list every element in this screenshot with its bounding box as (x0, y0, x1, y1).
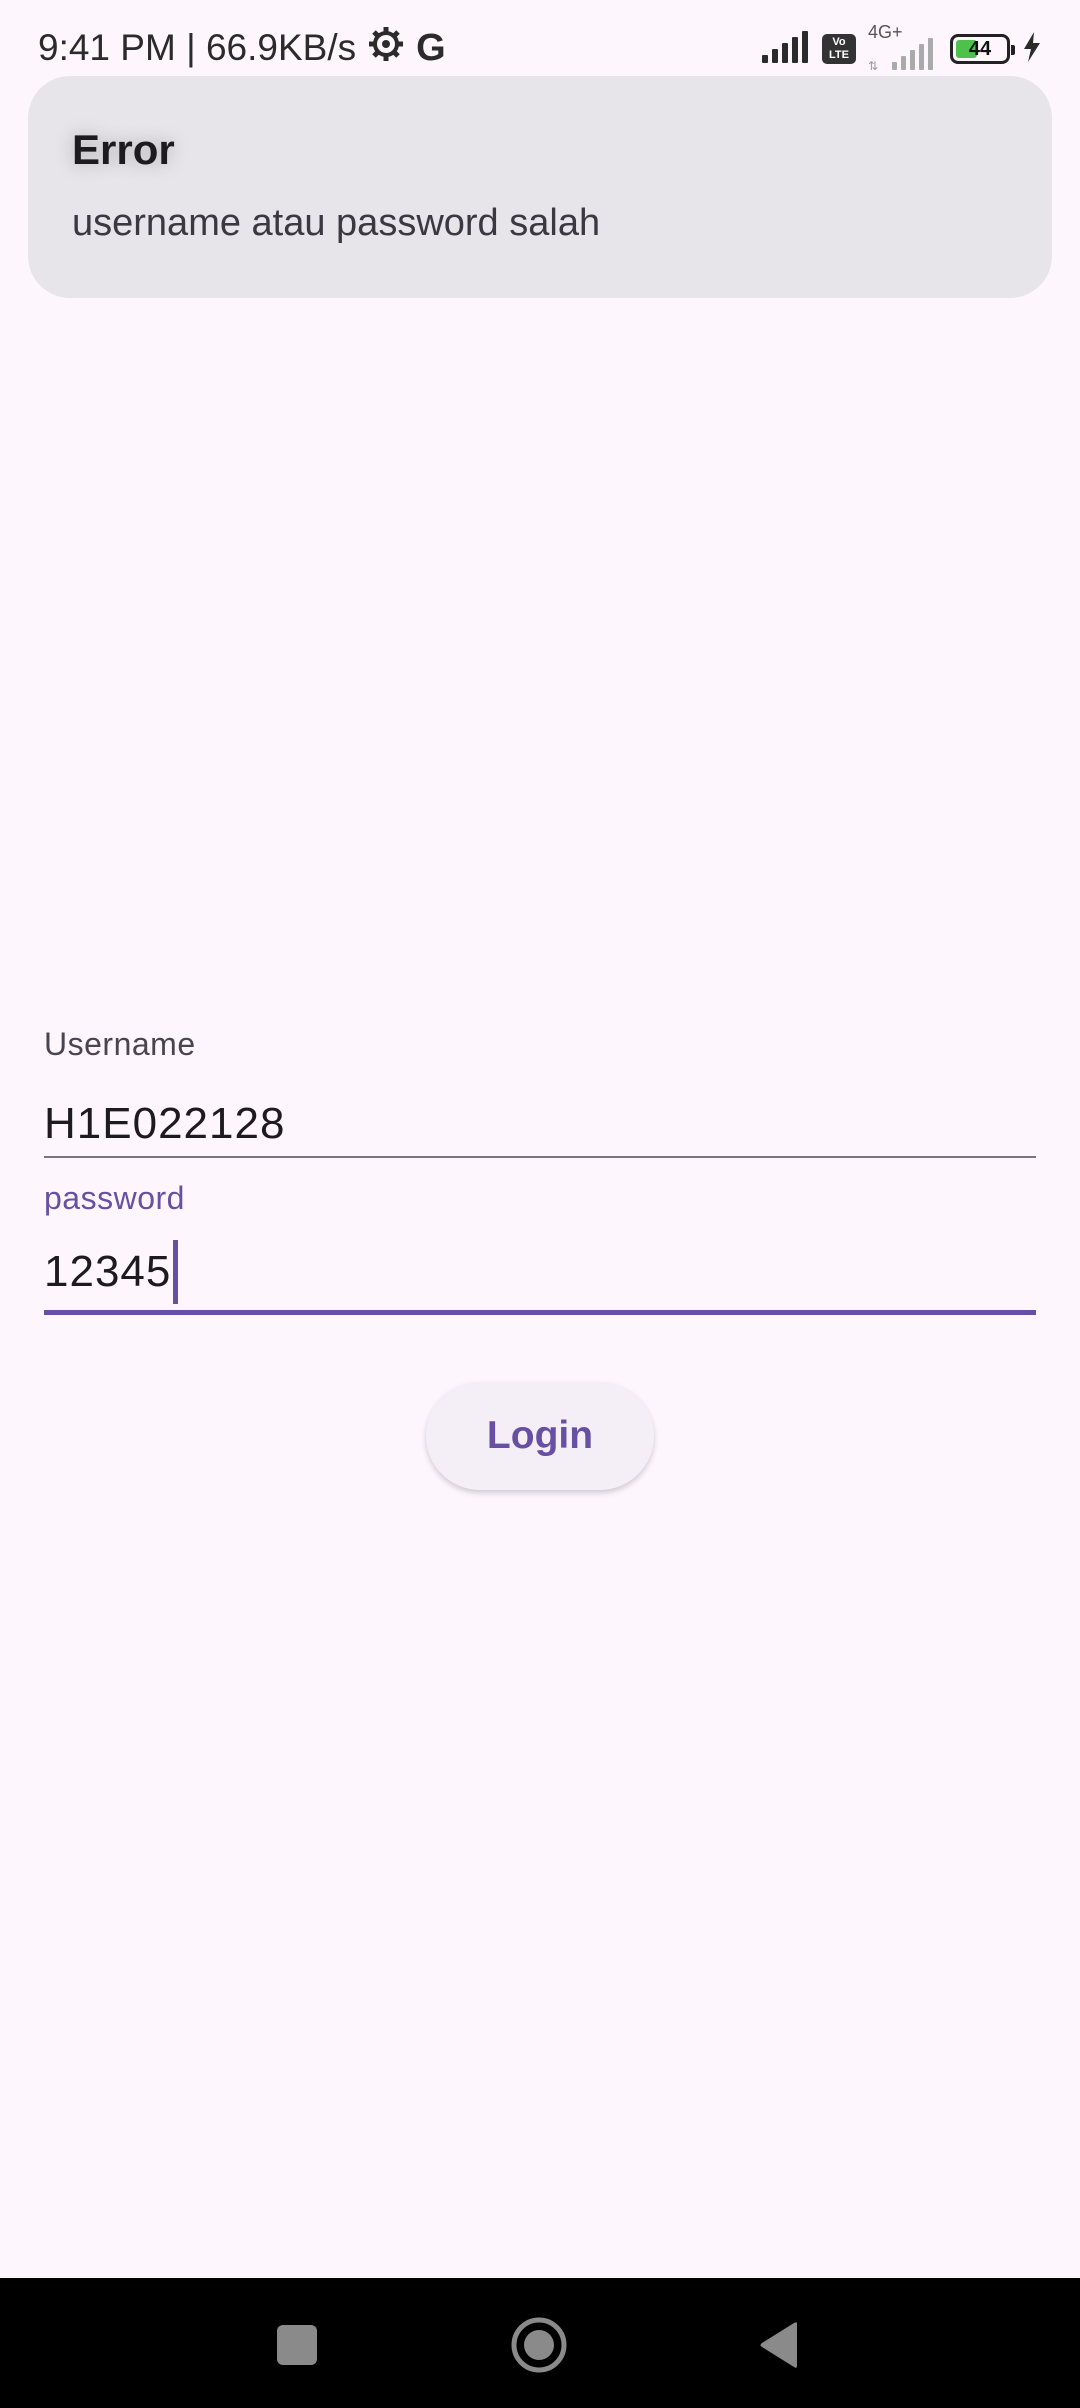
svg-text:⇅: ⇅ (868, 59, 878, 72)
username-field[interactable]: Username H1E022128 (44, 1020, 1036, 1160)
password-field[interactable]: password 12345 (44, 1176, 1036, 1316)
volte-line1: Vo (832, 36, 846, 48)
navigation-bar (0, 2278, 1080, 2408)
text-cursor (173, 1240, 179, 1304)
password-value: 12345 (44, 1247, 172, 1296)
signal-weak-icon: 4G+ ⇅ (868, 22, 938, 72)
battery-nub (1011, 45, 1015, 55)
status-left: 9:41 PM | 66.9KB/s G (38, 24, 446, 72)
gear-icon (368, 26, 404, 71)
battery-icon: 44 (950, 34, 1015, 64)
back-triangle-icon[interactable] (731, 2300, 827, 2390)
volte-line2: LTE (829, 49, 849, 61)
signal-icon (762, 30, 810, 68)
status-right: Vo LTE 4G+ ⇅ 44 (762, 22, 1042, 72)
username-label: Username (44, 1026, 196, 1062)
password-underline (44, 1310, 1036, 1315)
status-time-speed: 9:41 PM | 66.9KB/s (38, 27, 357, 68)
volte-icon: Vo LTE (822, 34, 856, 64)
error-title: Error (72, 126, 175, 173)
home-circle-icon[interactable] (491, 2300, 587, 2390)
error-message: username atau password salah (72, 202, 601, 244)
password-input: 12345 (44, 1224, 179, 1320)
recents-square-icon[interactable] (249, 2300, 345, 2390)
password-label: password (44, 1180, 185, 1216)
charging-icon (1022, 31, 1042, 67)
google-icon: G (416, 26, 446, 69)
login-button[interactable]: Login (426, 1382, 654, 1490)
username-underline (44, 1156, 1036, 1158)
error-banner: Error username atau password salah (28, 76, 1052, 298)
battery-level: 44 (968, 37, 992, 60)
